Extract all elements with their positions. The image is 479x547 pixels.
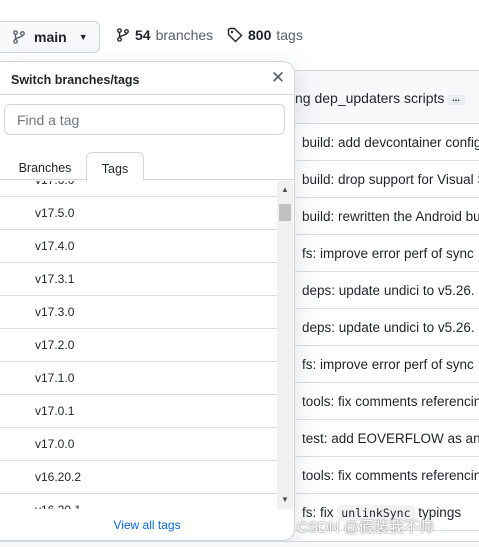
watermark: CSDN @假装我不帅 [297,519,434,536]
branch-button-label: main [34,29,67,45]
tags-count: 800 [248,27,272,43]
commit-row[interactable]: deps: update undici to v5.26. [294,272,479,309]
commit-list: build: add devcontainer configuration bu… [294,124,479,531]
tag-item[interactable]: v17.0.1 [0,395,277,428]
expand-commit-button[interactable]: ... [447,94,465,105]
tag-item[interactable]: v17.2.0 [0,329,277,362]
commit-row[interactable]: deps: update undici to v5.26. [294,309,479,346]
commit-row[interactable]: test: add EOVERFLOW as an allowed [294,420,479,457]
tags-label: tags [276,27,303,43]
find-tag-input[interactable] [4,104,285,135]
commit-row[interactable]: fs: improve error perf of sync [294,235,479,272]
tag-item[interactable]: v16.20.1 [0,494,277,509]
tags-link[interactable]: 800 tags [227,27,303,43]
branches-link[interactable]: 54 branches [116,27,213,43]
tab-branches[interactable]: Branches [10,152,80,180]
tab-tags[interactable]: Tags [86,152,144,181]
commit-row[interactable]: build: rewritten the Android build [294,198,479,235]
latest-commit-message[interactable]: ng dep_updaters scripts [295,90,444,106]
tag-item[interactable]: v17.3.1 [0,263,277,296]
tag-list: v17.6.0 v17.5.0 v17.4.0 v17.3.1 v17.3.0 … [0,181,277,509]
tag-item[interactable]: v16.20.2 [0,461,277,494]
commit-row[interactable]: build: drop support for Visual Studio [294,161,479,198]
tab-bar: Branches Tags [0,152,294,181]
view-all-tags-link[interactable]: View all tags [0,518,294,532]
scrollbar-thumb[interactable] [279,204,291,221]
tag-item[interactable]: v17.5.0 [0,197,277,230]
branches-count: 54 [135,27,151,43]
tag-icon [227,27,243,43]
branches-label: branches [155,27,214,43]
tag-list-scrollbar[interactable]: ▲ ▼ [277,181,293,509]
commit-row[interactable]: fs: improve error perf of sync [294,346,479,383]
commit-row[interactable]: tools: fix comments referencing [294,457,479,494]
branch-select-button[interactable]: main ▼ [0,21,100,53]
switch-branches-tags-panel: Switch branches/tags ✕ Branches Tags v17… [0,61,295,541]
git-branch-icon [13,30,25,44]
tag-item[interactable]: v17.4.0 [0,230,277,263]
git-branch-icon [117,28,129,42]
commit-row[interactable]: build: add devcontainer configuration [294,124,479,161]
x-icon[interactable]: ✕ [270,68,286,88]
tag-item[interactable]: v17.1.0 [0,362,277,395]
commit-row[interactable]: tools: fix comments referencing [294,383,479,420]
tag-item[interactable]: v17.6.0 [0,181,277,197]
latest-commit-header: ng dep_updaters scripts ... [294,70,479,124]
tag-item[interactable]: v17.3.0 [0,296,277,329]
scroll-up-arrow-icon[interactable]: ▲ [277,183,293,197]
triangle-down-icon: ▼ [78,32,88,42]
scroll-down-arrow-icon[interactable]: ▼ [277,493,293,507]
bottom-strip [0,541,479,547]
tag-item[interactable]: v17.0.0 [0,428,277,461]
panel-title: Switch branches/tags [11,73,140,87]
divider [0,94,294,95]
